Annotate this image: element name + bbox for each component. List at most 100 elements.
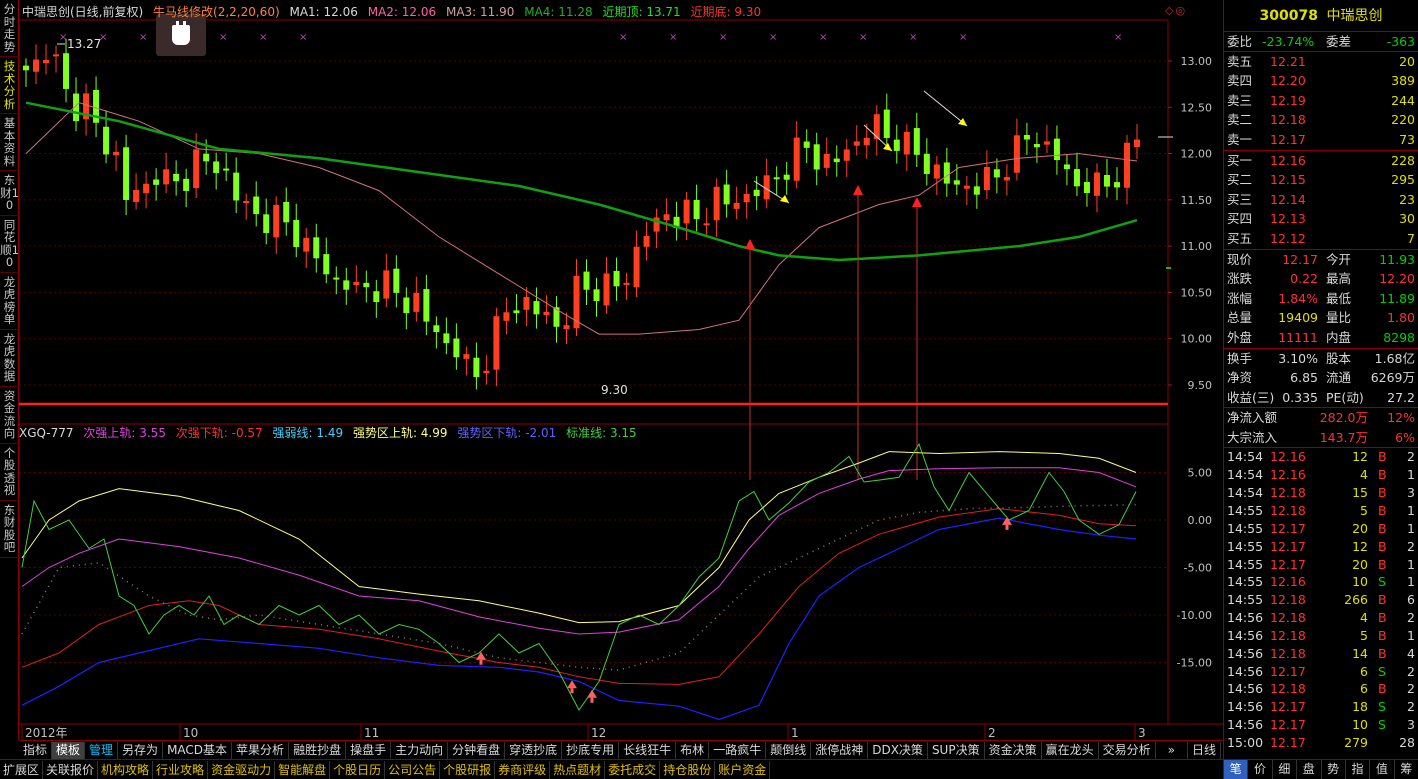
toolbar-btn-11[interactable]: 抄底专用 (562, 741, 620, 759)
quote-row-2: 涨幅 1.84% 最低 11.89 (1224, 289, 1418, 309)
panel-tab-1[interactable]: 价 (1248, 760, 1273, 779)
signal-mark: × (859, 32, 867, 43)
period-btn-0[interactable]: 日线 (1188, 741, 1221, 759)
left-tab-7[interactable]: 资金流向 (0, 387, 19, 444)
fund-value: 3.10% (1278, 350, 1318, 366)
ext-btn-9[interactable]: 券商评级 (495, 760, 551, 779)
quote-label: 现价 (1227, 251, 1253, 267)
ext-btn-10[interactable]: 热点题材 (550, 760, 606, 779)
bids-row-0[interactable]: 买一 12.16 228 (1224, 151, 1418, 171)
left-tab-3[interactable]: 东财10 (0, 171, 19, 216)
ext-btn-2[interactable]: 机构攻略 (98, 760, 154, 779)
toolbar-btn-1[interactable]: 模板 (52, 741, 86, 759)
ext-btn-4[interactable]: 资金驱动力 (208, 760, 276, 779)
left-tab-9[interactable]: 东财股吧 (0, 501, 19, 558)
asks-row-3[interactable]: 卖二 12.18 220 (1224, 110, 1418, 130)
bids-row-4[interactable]: 买五 12.12 7 (1224, 229, 1418, 249)
candle-body (1103, 174, 1110, 187)
quote-row-4: 外盘 11111 内盘 8298 (1224, 328, 1418, 348)
toolbar-btn-2[interactable]: 管理 (85, 741, 119, 759)
ext-btn-13[interactable]: 账户资金 (715, 760, 771, 779)
toolbar-btn-5[interactable]: 苹果分析 (232, 741, 290, 759)
indicator-name[interactable]: 牛马线修改(2,2,20,60) (153, 5, 280, 19)
toolbar-btn-19[interactable]: 资金决策 (985, 741, 1042, 759)
toolbar-btn-20[interactable]: 赢在龙头 (1042, 741, 1099, 759)
asks-row-2[interactable]: 卖三 12.19 244 (1224, 91, 1418, 111)
asks-row-1[interactable]: 卖四 12.20 389 (1224, 71, 1418, 91)
price-tick-label: 10.00 (1181, 333, 1213, 346)
candle-body (943, 162, 950, 184)
left-tab-6[interactable]: 龙虎数据 (0, 330, 19, 387)
left-tab-8[interactable]: 个股透视 (0, 444, 19, 501)
left-tab-0[interactable]: 分时走势 (0, 0, 19, 57)
left-tab-4[interactable]: 同花顺10 (0, 216, 19, 273)
toolbar-btn-7[interactable]: 操盘手 (346, 741, 392, 759)
toolbar-btn-21[interactable]: 交易分析 (1099, 741, 1156, 759)
tick-list[interactable]: 14:54 12.16 12 B 2 14:54 12.16 4 B 1 14:54 12.18 15 B… (1224, 448, 1418, 751)
candle-body (663, 214, 670, 221)
ext-btn-6[interactable]: 个股日历 (330, 760, 386, 779)
panel-tab-7[interactable]: 筹 (1395, 760, 1418, 779)
tick-price: 12.17 (1270, 717, 1306, 733)
ext-btn-7[interactable]: 公司公告 (385, 760, 441, 779)
toolbar-btn-9[interactable]: 分钟看盘 (448, 741, 506, 759)
tick-count: 1 (1407, 520, 1415, 536)
bids-row-1[interactable]: 买二 12.15 295 (1224, 170, 1418, 190)
panel-tab-5[interactable]: 指 (1346, 760, 1371, 779)
sub-indicator-name[interactable]: XGQ-777 (19, 426, 74, 440)
toolbar-btn-12[interactable]: 长线狂牛 (619, 741, 677, 759)
toolbar-btn-18[interactable]: SUP决策 (928, 741, 985, 759)
asks-row-4[interactable]: 卖一 12.17 73 (1224, 130, 1418, 150)
toolbar-btn-4[interactable]: MACD基本 (163, 741, 233, 759)
toolbar-btn-0[interactable]: 指标 (19, 741, 53, 759)
ext-btn-8[interactable]: 个股研报 (440, 760, 496, 779)
panel-tab-2[interactable]: 细 (1273, 760, 1298, 779)
ext-btn-1[interactable]: 关联报价 (43, 760, 99, 779)
tick-price: 12.17 (1270, 734, 1306, 750)
toolbar-btn-14[interactable]: 一路疯牛 (709, 741, 767, 759)
tick-volume: 20 (1352, 556, 1368, 572)
panel-tab-4[interactable]: 势 (1322, 760, 1346, 779)
ext-btn-0[interactable]: 扩展区 (0, 760, 44, 779)
toolbar-btn-6[interactable]: 融胜抄盘 (289, 741, 347, 759)
ext-btn-3[interactable]: 行业攻略 (153, 760, 209, 779)
quote-label: 今开 (1326, 251, 1352, 267)
left-tab-2[interactable]: 基本资料 (0, 114, 19, 171)
bids-row-3[interactable]: 买四 12.13 30 (1224, 209, 1418, 229)
toolbar-more-button[interactable]: » (1156, 741, 1188, 759)
asks-row-0[interactable]: 卖五 12.21 20 (1224, 52, 1418, 72)
toolbar-btn-3[interactable]: 另存为 (118, 741, 164, 759)
window-control-icons[interactable]: ◇◎ (1165, 4, 1187, 17)
left-tab-bar: 分时走势 技术分析 基本资料 东财10 同花顺10 龙虎榜单 龙虎数据 资金流向 个股透视 东财股… (0, 0, 19, 740)
toolbar-btn-13[interactable]: 布林 (676, 741, 710, 759)
toolbar-btn-10[interactable]: 穿透抄底 (505, 741, 563, 759)
bids-row-2[interactable]: 买三 12.14 23 (1224, 190, 1418, 210)
toolbar-btn-16[interactable]: 涨停战神 (811, 741, 869, 759)
toolbar-btn-8[interactable]: 主力动向 (391, 741, 449, 759)
tick-row-6: 14:55 12.17 20 B 1 (1224, 556, 1418, 574)
fund-value: 27.2 (1387, 389, 1415, 405)
candle-body (853, 141, 860, 146)
toolbar-btn-17[interactable]: DDX决策 (868, 741, 928, 759)
panel-tab-6[interactable]: 值 (1370, 760, 1395, 779)
bids-label: 买四 (1227, 211, 1253, 227)
candle-body (1123, 142, 1130, 188)
ext-btn-5[interactable]: 智能解盘 (275, 760, 331, 779)
buy-triangle (912, 197, 922, 207)
panel-tab-3[interactable]: 盘 (1297, 760, 1322, 779)
tick-volume: 5 (1360, 627, 1368, 643)
left-tab-5[interactable]: 龙虎榜单 (0, 273, 19, 330)
left-tab-1[interactable]: 技术分析 (0, 57, 19, 114)
bids-price: 12.15 (1270, 172, 1306, 188)
toolbar-btn-15[interactable]: 颠倒线 (766, 741, 812, 759)
asks-volume: 20 (1399, 53, 1415, 69)
tick-time: 14:56 (1227, 699, 1264, 715)
kline-chart[interactable]: 13.0012.5012.0011.5011.0010.5010.009.505… (19, 0, 1223, 740)
tick-time: 14:56 (1227, 610, 1264, 626)
ext-btn-12[interactable]: 持仓股份 (660, 760, 716, 779)
chart-area[interactable]: 13.00 12.50 12.00 11.50 11.00 10.50 10.00 9.50 5… (19, 0, 1223, 740)
candle-body (983, 167, 990, 191)
tick-row-14: 14:56 12.17 18 S 2 (1224, 698, 1418, 716)
ext-btn-11[interactable]: 委托成交 (605, 760, 661, 779)
panel-tab-0[interactable]: 笔 (1224, 760, 1249, 779)
